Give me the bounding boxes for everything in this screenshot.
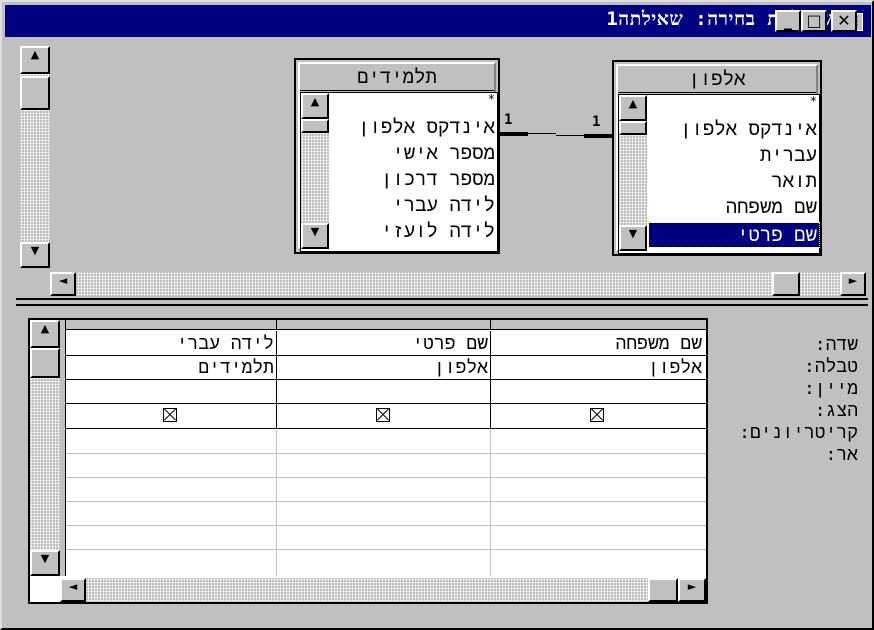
field-item[interactable]: לידה עברי: [392, 193, 497, 218]
maximize-button[interactable]: □: [801, 10, 827, 32]
row-label-show: הצג:: [814, 400, 858, 421]
grid-hscroll[interactable]: ◄ ►: [60, 578, 706, 602]
show-checkbox[interactable]: [163, 408, 177, 422]
row-label-criteria: קריטריונים:: [739, 422, 858, 443]
title-bar[interactable]: שאילתת בחירה: שאילתה1 _ □ ✕: [5, 5, 871, 37]
column-selector-bar[interactable]: [66, 320, 706, 330]
grid-cell-table[interactable]: אלפון: [648, 357, 702, 379]
field-item[interactable]: עברית: [760, 143, 819, 168]
relationship-one-right: 1: [592, 114, 601, 130]
scroll-down-button[interactable]: ▼: [619, 225, 647, 251]
field-list-title[interactable]: אלפון: [618, 66, 816, 93]
scroll-up-button[interactable]: ▲: [20, 46, 50, 74]
pane-splitter[interactable]: [16, 298, 868, 306]
field-item[interactable]: תואר: [771, 169, 819, 194]
arrow-down-icon: ▼: [40, 552, 50, 565]
row-label-table: טבלה:: [803, 356, 858, 377]
relationship-join[interactable]: 1 1: [500, 110, 612, 140]
field-item[interactable]: מספר דרכון: [381, 167, 497, 192]
grid-vscroll[interactable]: ▲ ▼: [30, 320, 60, 576]
arrow-right-icon: ►: [687, 580, 697, 593]
query-window: שאילתת בחירה: שאילתה1 _ □ ✕ ▲ ▼ ◄ ► תלמי…: [0, 0, 874, 630]
arrow-up-icon: ▲: [628, 97, 638, 110]
field-item[interactable]: אינדקס אלפון: [680, 117, 819, 142]
field-list-students[interactable]: תלמידים ▲ ▼ * אינדקס אלפון מספר אישי מספ…: [294, 58, 500, 254]
table-pane-vscroll[interactable]: ▲ ▼: [20, 46, 50, 268]
scroll-thumb[interactable]: [301, 119, 329, 133]
scroll-down-button[interactable]: ▼: [30, 550, 60, 576]
field-list-vscroll[interactable]: ▲ ▼: [619, 95, 647, 251]
row-label-or: אר:: [825, 444, 858, 465]
field-item[interactable]: לידה לועזי: [381, 219, 497, 244]
field-list-phonebook[interactable]: אלפון ▲ ▼ * אינדקס אלפון עברית תואר שם מ…: [612, 60, 822, 256]
scroll-down-button[interactable]: ▼: [301, 223, 329, 249]
field-list-vscroll[interactable]: ▲ ▼: [301, 93, 329, 249]
grid-cell-field[interactable]: שם משפחה: [616, 333, 702, 355]
field-star[interactable]: *: [810, 89, 819, 114]
scroll-right-button[interactable]: ►: [678, 578, 706, 602]
scroll-down-button[interactable]: ▼: [20, 242, 50, 268]
scroll-thumb[interactable]: [648, 578, 678, 602]
minimize-button[interactable]: _: [775, 10, 801, 32]
field-list[interactable]: ▲ ▼ * אינדקס אלפון עברית תואר שם משפחה ש…: [618, 94, 820, 254]
field-item[interactable]: מספר אישי: [392, 141, 497, 166]
design-grid-pane: ▲ ▼ לידה עברי תלמידים שם פרטי אלפון שם מ…: [16, 312, 868, 612]
scroll-up-button[interactable]: ▲: [301, 93, 329, 119]
field-star[interactable]: *: [488, 87, 497, 112]
grid-cells[interactable]: לידה עברי תלמידים שם פרטי אלפון שם משפחה…: [66, 331, 706, 576]
scroll-thumb[interactable]: [20, 76, 50, 110]
scroll-up-button[interactable]: ▲: [30, 320, 60, 348]
row-label-sort: מיין:: [803, 378, 858, 399]
scroll-thumb[interactable]: [30, 348, 60, 378]
scroll-thumb[interactable]: [619, 121, 647, 135]
arrow-up-icon: ▲: [30, 48, 40, 61]
arrow-right-icon: ►: [848, 274, 858, 287]
close-button[interactable]: ✕: [831, 10, 857, 32]
arrow-left-icon: ◄: [68, 580, 78, 593]
relationship-one-left: 1: [504, 112, 513, 128]
field-list-title[interactable]: תלמידים: [300, 64, 494, 91]
show-checkbox[interactable]: [590, 408, 604, 422]
field-item[interactable]: שם משפחה: [726, 195, 819, 220]
field-list[interactable]: ▲ ▼ * אינדקס אלפון מספר אישי מספר דרכון …: [300, 92, 498, 252]
scroll-left-button[interactable]: ◄: [60, 578, 86, 602]
scroll-up-button[interactable]: ▲: [619, 95, 647, 121]
grid-cell-table[interactable]: אלפון: [434, 357, 488, 379]
grid-cell-table[interactable]: תלמידים: [198, 357, 274, 379]
arrow-left-icon: ◄: [58, 274, 68, 287]
scroll-thumb[interactable]: [772, 272, 800, 296]
arrow-up-icon: ▲: [310, 95, 320, 108]
field-item-selected[interactable]: שם פרטי: [648, 222, 820, 248]
arrow-down-icon: ▼: [628, 227, 638, 240]
table-pane-hscroll[interactable]: ◄ ►: [50, 272, 866, 296]
row-label-field: שדה:: [814, 334, 858, 355]
table-pane: ▲ ▼ ◄ ► תלמידים ▲ ▼ * אינדקס אלפון מספר …: [16, 42, 868, 298]
design-grid[interactable]: ▲ ▼ לידה עברי תלמידים שם פרטי אלפון שם מ…: [28, 318, 708, 604]
scroll-left-button[interactable]: ◄: [50, 272, 76, 296]
arrow-down-icon: ▼: [30, 244, 40, 257]
grid-cell-field[interactable]: שם פרטי: [412, 333, 488, 355]
arrow-down-icon: ▼: [310, 225, 320, 238]
field-item[interactable]: אינדקס אלפון: [358, 115, 497, 140]
grid-cell-field[interactable]: לידה עברי: [177, 333, 274, 355]
show-checkbox[interactable]: [376, 408, 390, 422]
scroll-right-button[interactable]: ►: [840, 272, 866, 296]
arrow-up-icon: ▲: [40, 322, 50, 335]
